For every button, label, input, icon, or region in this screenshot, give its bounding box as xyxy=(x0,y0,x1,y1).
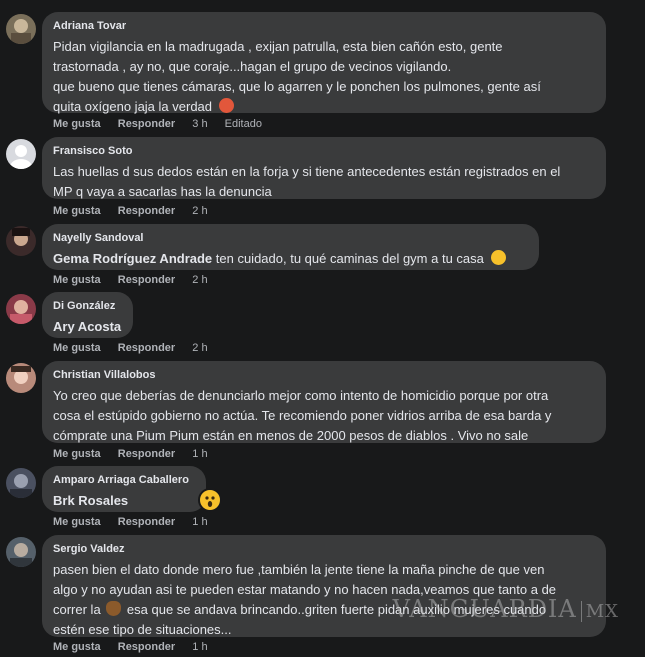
comment-text: Gema Rodríguez Andrade ten cuidado, tu q… xyxy=(53,249,528,269)
timestamp[interactable]: 2 h xyxy=(192,274,207,286)
comment-actions: Me gusta Responder 3 h Editado xyxy=(53,118,276,130)
avatar[interactable] xyxy=(6,139,36,169)
comment-actions: Me gusta Responder 1 h xyxy=(53,641,222,653)
worried-face-icon xyxy=(490,250,506,265)
avatar[interactable] xyxy=(6,363,36,393)
surprised-reaction-icon[interactable] xyxy=(198,488,222,512)
comment-bubble: Nayelly Sandoval Gema Rodríguez Andrade … xyxy=(42,224,539,270)
like-button[interactable]: Me gusta xyxy=(53,342,101,354)
avatar[interactable] xyxy=(6,468,36,498)
like-button[interactable]: Me gusta xyxy=(53,205,101,217)
comment-author[interactable]: Sergio Valdez xyxy=(53,543,595,556)
like-button[interactable]: Me gusta xyxy=(53,448,101,460)
comment-actions: Me gusta Responder 2 h xyxy=(53,342,222,354)
mention-link[interactable]: Ary Acosta xyxy=(53,319,121,334)
comment-actions: Me gusta Responder 1 h xyxy=(53,448,222,460)
edited-label: Editado xyxy=(224,118,262,130)
comment-text: Las huellas d sus dedos están en la forj… xyxy=(53,164,561,199)
mention-link[interactable]: Brk Rosales xyxy=(53,493,128,508)
comment-text: Yo creo que deberías de denunciarlo mejo… xyxy=(53,388,552,443)
timestamp[interactable]: 1 h xyxy=(192,448,207,460)
comment-bubble: Di González Ary Acosta xyxy=(42,292,133,338)
like-button[interactable]: Me gusta xyxy=(53,118,101,130)
comment-author[interactable]: Fransisco Soto xyxy=(53,145,595,158)
comment-text: Ary Acosta xyxy=(53,317,122,337)
reply-button[interactable]: Responder xyxy=(118,641,175,653)
timestamp[interactable]: 3 h xyxy=(192,118,207,130)
comment-author[interactable]: Christian Villalobos xyxy=(53,369,595,382)
like-button[interactable]: Me gusta xyxy=(53,516,101,528)
comment-text: Pidan vigilancia en la madrugada , exija… xyxy=(53,39,541,114)
reply-button[interactable]: Responder xyxy=(118,448,175,460)
avatar[interactable] xyxy=(6,537,36,567)
comment-bubble: Adriana Tovar Pidan vigilancia en la mad… xyxy=(42,12,606,114)
comment-actions: Me gusta Responder 1 h xyxy=(53,516,222,528)
timestamp[interactable]: 1 h xyxy=(192,641,207,653)
comment-author[interactable]: Adriana Tovar xyxy=(53,20,595,33)
timestamp[interactable]: 2 h xyxy=(192,342,207,354)
avatar[interactable] xyxy=(6,294,36,324)
timestamp[interactable]: 1 h xyxy=(192,516,207,528)
reply-button[interactable]: Responder xyxy=(118,516,175,528)
watermark: VANGUARDIA MX xyxy=(392,595,619,623)
comment-text: Brk Rosales xyxy=(53,491,195,511)
comment-bubble: Amparo Arriaga Caballero Brk Rosales xyxy=(42,466,206,512)
angry-face-icon xyxy=(218,98,234,113)
comment-author[interactable]: Nayelly Sandoval xyxy=(53,232,528,245)
comment-author[interactable]: Amparo Arriaga Caballero xyxy=(53,474,195,487)
reply-button[interactable]: Responder xyxy=(118,342,175,354)
like-button[interactable]: Me gusta xyxy=(53,274,101,286)
like-button[interactable]: Me gusta xyxy=(53,641,101,653)
timestamp[interactable]: 2 h xyxy=(192,205,207,217)
comment-author[interactable]: Di González xyxy=(53,300,122,313)
comment-actions: Me gusta Responder 2 h xyxy=(53,205,222,217)
poop-icon xyxy=(106,601,122,616)
mention-link[interactable]: Gema Rodríguez Andrade xyxy=(53,251,212,266)
reply-button[interactable]: Responder xyxy=(118,205,175,217)
avatar[interactable] xyxy=(6,14,36,44)
avatar[interactable] xyxy=(6,226,36,256)
comment-bubble: Fransisco Soto Las huellas d sus dedos e… xyxy=(42,137,606,199)
comment-bubble: Christian Villalobos Yo creo que debería… xyxy=(42,361,606,443)
reply-button[interactable]: Responder xyxy=(118,118,175,130)
previous-actions-fragment xyxy=(40,0,240,4)
comment-actions: Me gusta Responder 2 h xyxy=(53,274,222,286)
reply-button[interactable]: Responder xyxy=(118,274,175,286)
